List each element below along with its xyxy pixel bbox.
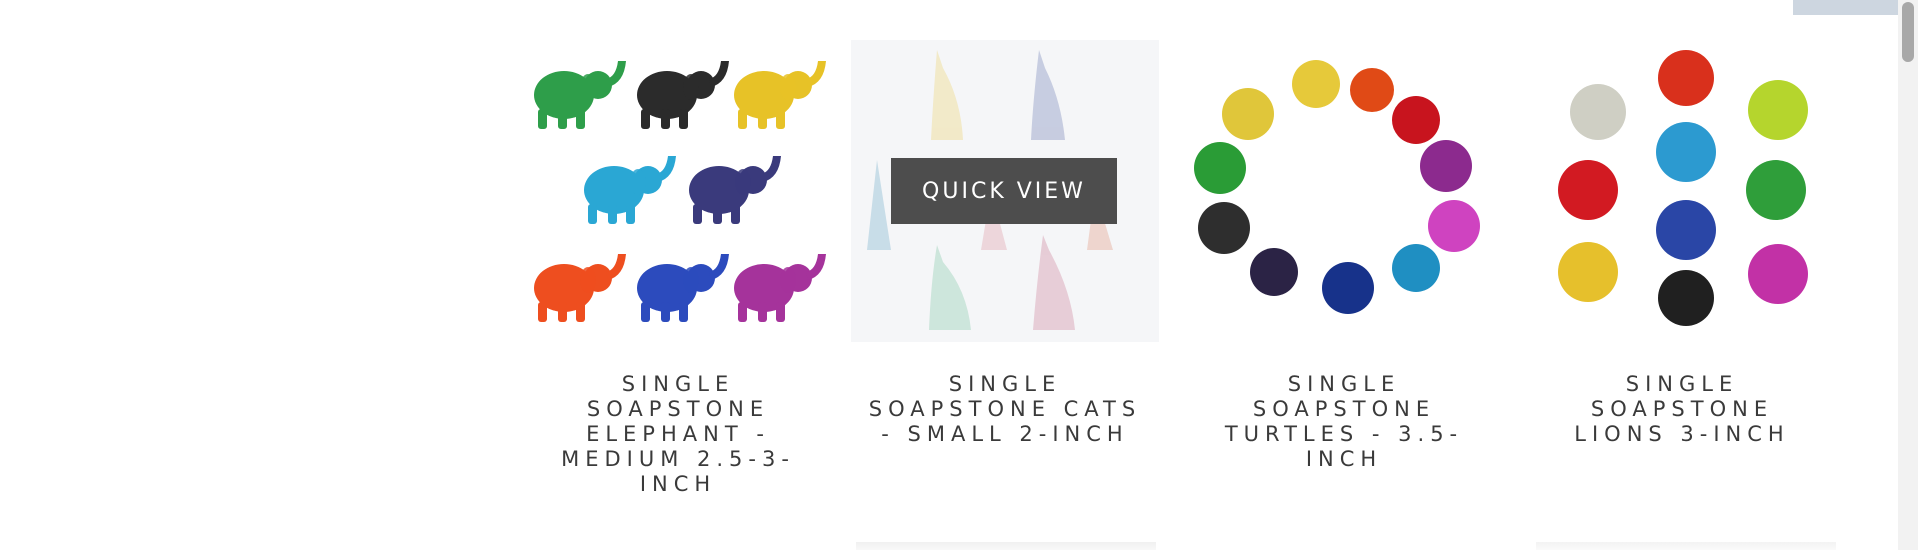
product-image-cats[interactable]: QUICK VIEW <box>851 40 1159 342</box>
lions-illustration <box>1558 50 1808 326</box>
product-card-lions[interactable]: SINGLE SOAPSTONE LIONS 3-INCH <box>1528 40 1836 447</box>
product-image-lions[interactable] <box>1528 40 1836 342</box>
product-image-elephants[interactable] <box>524 40 832 342</box>
vertical-scrollbar[interactable] <box>1898 0 1918 550</box>
product-title[interactable]: SINGLE SOAPSTONE ELEPHANT - MEDIUM 2.5-3… <box>524 372 832 497</box>
product-card-elephant[interactable]: SINGLE SOAPSTONE ELEPHANT - MEDIUM 2.5-3… <box>524 40 832 497</box>
elephants-illustration <box>534 61 826 322</box>
turtles-illustration <box>1194 60 1480 314</box>
scrollbar-thumb[interactable] <box>1902 2 1914 62</box>
product-grid: SINGLE SOAPSTONE ELEPHANT - MEDIUM 2.5-3… <box>0 0 1898 550</box>
next-row-product-image <box>856 542 1156 550</box>
product-image-turtles[interactable] <box>1190 40 1498 342</box>
product-card-turtles[interactable]: SINGLE SOAPSTONE TURTLES - 3.5-INCH <box>1190 40 1498 472</box>
product-title[interactable]: SINGLE SOAPSTONE TURTLES - 3.5-INCH <box>1190 372 1498 472</box>
product-title[interactable]: SINGLE SOAPSTONE LIONS 3-INCH <box>1528 372 1836 447</box>
quick-view-button[interactable]: QUICK VIEW <box>891 158 1117 224</box>
header-tab[interactable] <box>1793 0 1899 15</box>
product-card-cats[interactable]: QUICK VIEW SINGLE SOAPSTONE CATS - SMALL… <box>851 40 1159 447</box>
product-title[interactable]: SINGLE SOAPSTONE CATS - SMALL 2-INCH <box>851 372 1159 447</box>
next-row-product-image <box>1536 542 1836 550</box>
